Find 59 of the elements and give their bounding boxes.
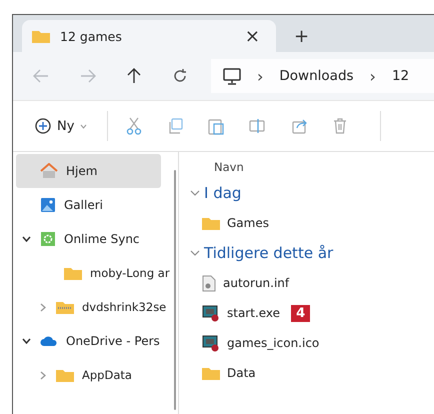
callout-number: 4	[291, 304, 310, 322]
sidebar-item[interactable]: moby-Long ar	[16, 256, 173, 290]
close-button[interactable]: ×	[238, 26, 266, 46]
chevron-right-icon[interactable]	[40, 370, 46, 380]
plus-circle-icon	[35, 118, 51, 134]
chevron-right-icon[interactable]	[40, 302, 46, 312]
settings-file-icon	[202, 274, 216, 292]
breadcrumb-separator[interactable]: ›	[370, 66, 376, 86]
breadcrumb-separator[interactable]: ›	[257, 66, 264, 86]
new-tab-button[interactable]: +	[288, 20, 316, 52]
sidebar-item[interactable]: OneDrive - Pers	[16, 324, 161, 358]
folder-icon	[32, 29, 50, 43]
file-name[interactable]: start.exe	[227, 306, 280, 320]
file-name[interactable]: Games	[227, 216, 269, 230]
sync-app-icon	[40, 231, 56, 247]
sidebar-item[interactable]: AppData	[16, 358, 173, 392]
sidebar-item[interactable]: Galleri	[16, 188, 161, 222]
home-icon	[40, 163, 58, 179]
file-name[interactable]: Data	[227, 366, 256, 380]
breadcrumb-item[interactable]: 12	[392, 68, 410, 84]
folder-icon	[56, 368, 74, 382]
clipboard-icon[interactable]	[208, 117, 224, 135]
refresh-icon[interactable]	[172, 68, 188, 84]
cloud-icon	[40, 335, 58, 347]
address-bar[interactable]: › Downloads › 12	[211, 59, 434, 93]
new-button[interactable]: Ny	[31, 114, 92, 138]
zipped-folder-icon	[56, 300, 74, 314]
group-header[interactable]: Tidligere dette år	[190, 238, 434, 268]
breadcrumb-item[interactable]: Downloads	[279, 68, 354, 84]
game-icon	[202, 304, 220, 322]
sidebar-item[interactable]: dvdshrink32se	[16, 290, 173, 324]
tab[interactable]: 12 games ×	[22, 20, 276, 52]
chevron-down-icon[interactable]	[22, 236, 30, 242]
group-header[interactable]: I dag	[190, 178, 434, 208]
game-icon	[202, 334, 220, 352]
folder-icon	[202, 216, 220, 230]
file-name[interactable]: autorun.inf	[223, 276, 290, 290]
caret-icon	[80, 124, 88, 128]
sidebar-item[interactable]: Hjem	[16, 154, 161, 188]
up-arrow-icon[interactable]	[127, 68, 141, 84]
tab-title: 12 games	[60, 28, 123, 44]
back-icon[interactable]	[33, 69, 49, 83]
forward-icon[interactable]	[80, 69, 96, 83]
sidebar-item[interactable]: Onlime Sync	[16, 222, 161, 256]
scrollbar[interactable]	[174, 170, 176, 410]
folder-icon	[64, 266, 82, 280]
group-title: Tidligere dette år	[204, 244, 334, 262]
column-header[interactable]: Navn	[190, 152, 434, 178]
scissors-icon[interactable]	[126, 117, 142, 135]
trash-icon[interactable]	[333, 118, 348, 134]
copy-icon[interactable]	[167, 118, 184, 134]
group-title: I dag	[204, 184, 242, 202]
picture-icon	[40, 197, 56, 213]
share-icon[interactable]	[292, 118, 308, 134]
chevron-down-icon[interactable]	[22, 338, 30, 344]
folder-icon	[202, 366, 220, 380]
monitor-icon	[223, 68, 241, 84]
file-name[interactable]: games_icon.ico	[227, 336, 320, 350]
rename-icon[interactable]	[249, 118, 268, 134]
